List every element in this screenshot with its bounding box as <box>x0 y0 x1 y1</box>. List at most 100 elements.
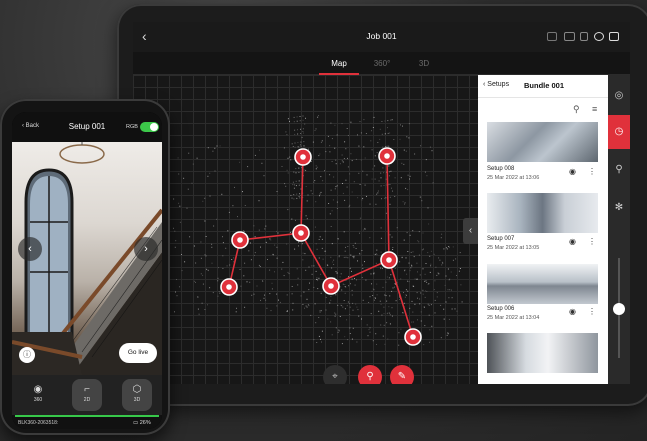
settings-icon[interactable]: ✻ <box>608 191 630 225</box>
point-cloud-dot <box>372 340 374 342</box>
point-cloud-dot <box>368 329 370 331</box>
point-cloud-dot <box>202 283 204 285</box>
setup-thumbnail[interactable] <box>487 193 598 233</box>
more-icon[interactable]: ⋮ <box>588 237 596 246</box>
more-icon[interactable]: ⋮ <box>588 167 596 176</box>
sort-icon[interactable]: ≡ <box>592 104 597 114</box>
point-cloud-dot <box>357 197 359 199</box>
point-cloud-dot <box>391 119 393 121</box>
point-cloud-dot <box>222 268 224 269</box>
point-cloud-dot <box>297 277 299 279</box>
tablet-screen: ‹ Job 001 Map 360° 3D ‹ ⌖ ⚲ ✎ ‹ Setups B… <box>133 22 630 384</box>
point-cloud-dot <box>354 278 355 279</box>
help-icon[interactable] <box>594 32 604 41</box>
back-to-setups-link[interactable]: ‹ Setups <box>483 81 509 88</box>
collapse-panel-button[interactable]: ‹ <box>463 218 478 244</box>
panorama-view[interactable]: ‹ › ⓘ Go live <box>12 142 162 375</box>
point-cloud-dot <box>243 275 245 277</box>
setup-thumbnail[interactable] <box>487 333 598 373</box>
mode-3d-button[interactable]: ⬡ 3D <box>122 379 152 411</box>
point-cloud-dot <box>322 258 324 260</box>
point-cloud-dot <box>374 155 376 157</box>
mode-2d-button[interactable]: ⌐ 2D <box>72 379 102 411</box>
point-cloud-dot <box>286 134 288 136</box>
setup-marker[interactable] <box>292 224 310 242</box>
point-cloud-dot <box>423 344 425 346</box>
point-cloud-dot <box>295 168 297 170</box>
tab-3d[interactable]: 3D <box>404 52 444 75</box>
pin-icon[interactable]: ⚲ <box>358 365 382 384</box>
point-cloud-dot <box>338 329 340 331</box>
point-cloud-dot <box>281 166 283 167</box>
eye-icon[interactable]: ◉ <box>569 307 576 316</box>
setup-marker[interactable] <box>380 251 398 269</box>
previous-arrow[interactable]: ‹ <box>18 237 42 261</box>
setup-marker[interactable] <box>294 148 312 166</box>
point-cloud-dot <box>407 251 409 252</box>
search-icon[interactable]: ⚲ <box>573 104 580 115</box>
eye-icon[interactable]: ◉ <box>569 167 576 176</box>
point-cloud-dot <box>330 226 332 227</box>
point-cloud-dot <box>428 314 430 316</box>
measure-icon[interactable]: ✎ <box>390 365 414 384</box>
point-cloud-dot <box>342 183 343 184</box>
setup-thumbnail[interactable] <box>487 122 598 162</box>
setup-marker[interactable] <box>231 231 249 249</box>
point-cloud-dot <box>357 134 358 136</box>
point-cloud-dot <box>461 301 463 303</box>
target-icon[interactable]: ⌖ <box>323 365 347 384</box>
phone-screen: ‹ Back Setup 001 RGB ‹ › ⓘ Go live ◉ 360… <box>12 112 162 429</box>
next-arrow[interactable]: › <box>134 237 158 261</box>
point-cloud-dot <box>377 142 379 143</box>
point-cloud-dot <box>389 196 391 198</box>
rgb-toggle[interactable] <box>140 122 159 132</box>
point-cloud-dot <box>358 315 360 317</box>
point-cloud-dot <box>428 304 430 306</box>
point-cloud-dot <box>412 311 414 313</box>
setup-marker[interactable] <box>378 147 396 165</box>
point-cloud-dot <box>459 252 461 254</box>
point-cloud-dot <box>398 332 400 334</box>
point-cloud-dot <box>355 248 357 249</box>
point-cloud-dot <box>389 203 391 205</box>
point-cloud-dot <box>427 207 429 209</box>
pin-icon[interactable]: ⚲ <box>608 153 630 187</box>
setup-marker[interactable] <box>220 278 238 296</box>
setup-marker[interactable] <box>404 328 422 346</box>
point-cloud-dot <box>254 236 256 238</box>
point-cloud-dot <box>386 276 388 278</box>
point-cloud-dot <box>253 225 255 227</box>
tab-360[interactable]: 360° <box>362 52 402 75</box>
more-icon[interactable]: ⋮ <box>588 307 596 316</box>
point-cloud-dot <box>419 298 421 300</box>
tab-map[interactable]: Map <box>319 52 359 75</box>
info-icon[interactable]: ⓘ <box>19 347 35 363</box>
point-cloud-dot <box>297 142 299 143</box>
point-cloud-dot <box>188 152 190 154</box>
eye-icon[interactable]: ◉ <box>569 237 576 246</box>
zoom-slider-handle[interactable] <box>613 303 625 315</box>
point-cloud-map[interactable]: ‹ ⌖ ⚲ ✎ <box>133 75 478 384</box>
point-cloud-dot <box>301 243 303 245</box>
point-cloud-dot <box>422 293 424 295</box>
point-cloud-dot <box>298 180 300 182</box>
mode-360-button[interactable]: ◉ 360 <box>23 379 53 411</box>
building-icon[interactable] <box>609 32 619 41</box>
setup-thumbnail[interactable] <box>487 264 598 304</box>
go-live-button[interactable]: Go live <box>119 343 157 363</box>
point-cloud-dot <box>217 277 219 279</box>
point-cloud-dot <box>417 240 419 242</box>
point-cloud-dot <box>305 186 307 187</box>
point-cloud-dot <box>337 304 339 306</box>
point-cloud-dot <box>263 175 265 177</box>
point-cloud-dot <box>305 215 307 217</box>
point-cloud-dot <box>428 223 430 225</box>
point-cloud-dot <box>340 286 342 288</box>
point-cloud-dot <box>317 288 319 290</box>
location-icon[interactable]: ◷ <box>608 115 630 149</box>
setup-marker[interactable] <box>322 277 340 295</box>
layers-icon[interactable]: ◎ <box>608 79 630 113</box>
point-cloud-dot <box>292 302 294 304</box>
point-cloud-dot <box>291 143 293 145</box>
point-cloud-dot <box>260 246 261 248</box>
